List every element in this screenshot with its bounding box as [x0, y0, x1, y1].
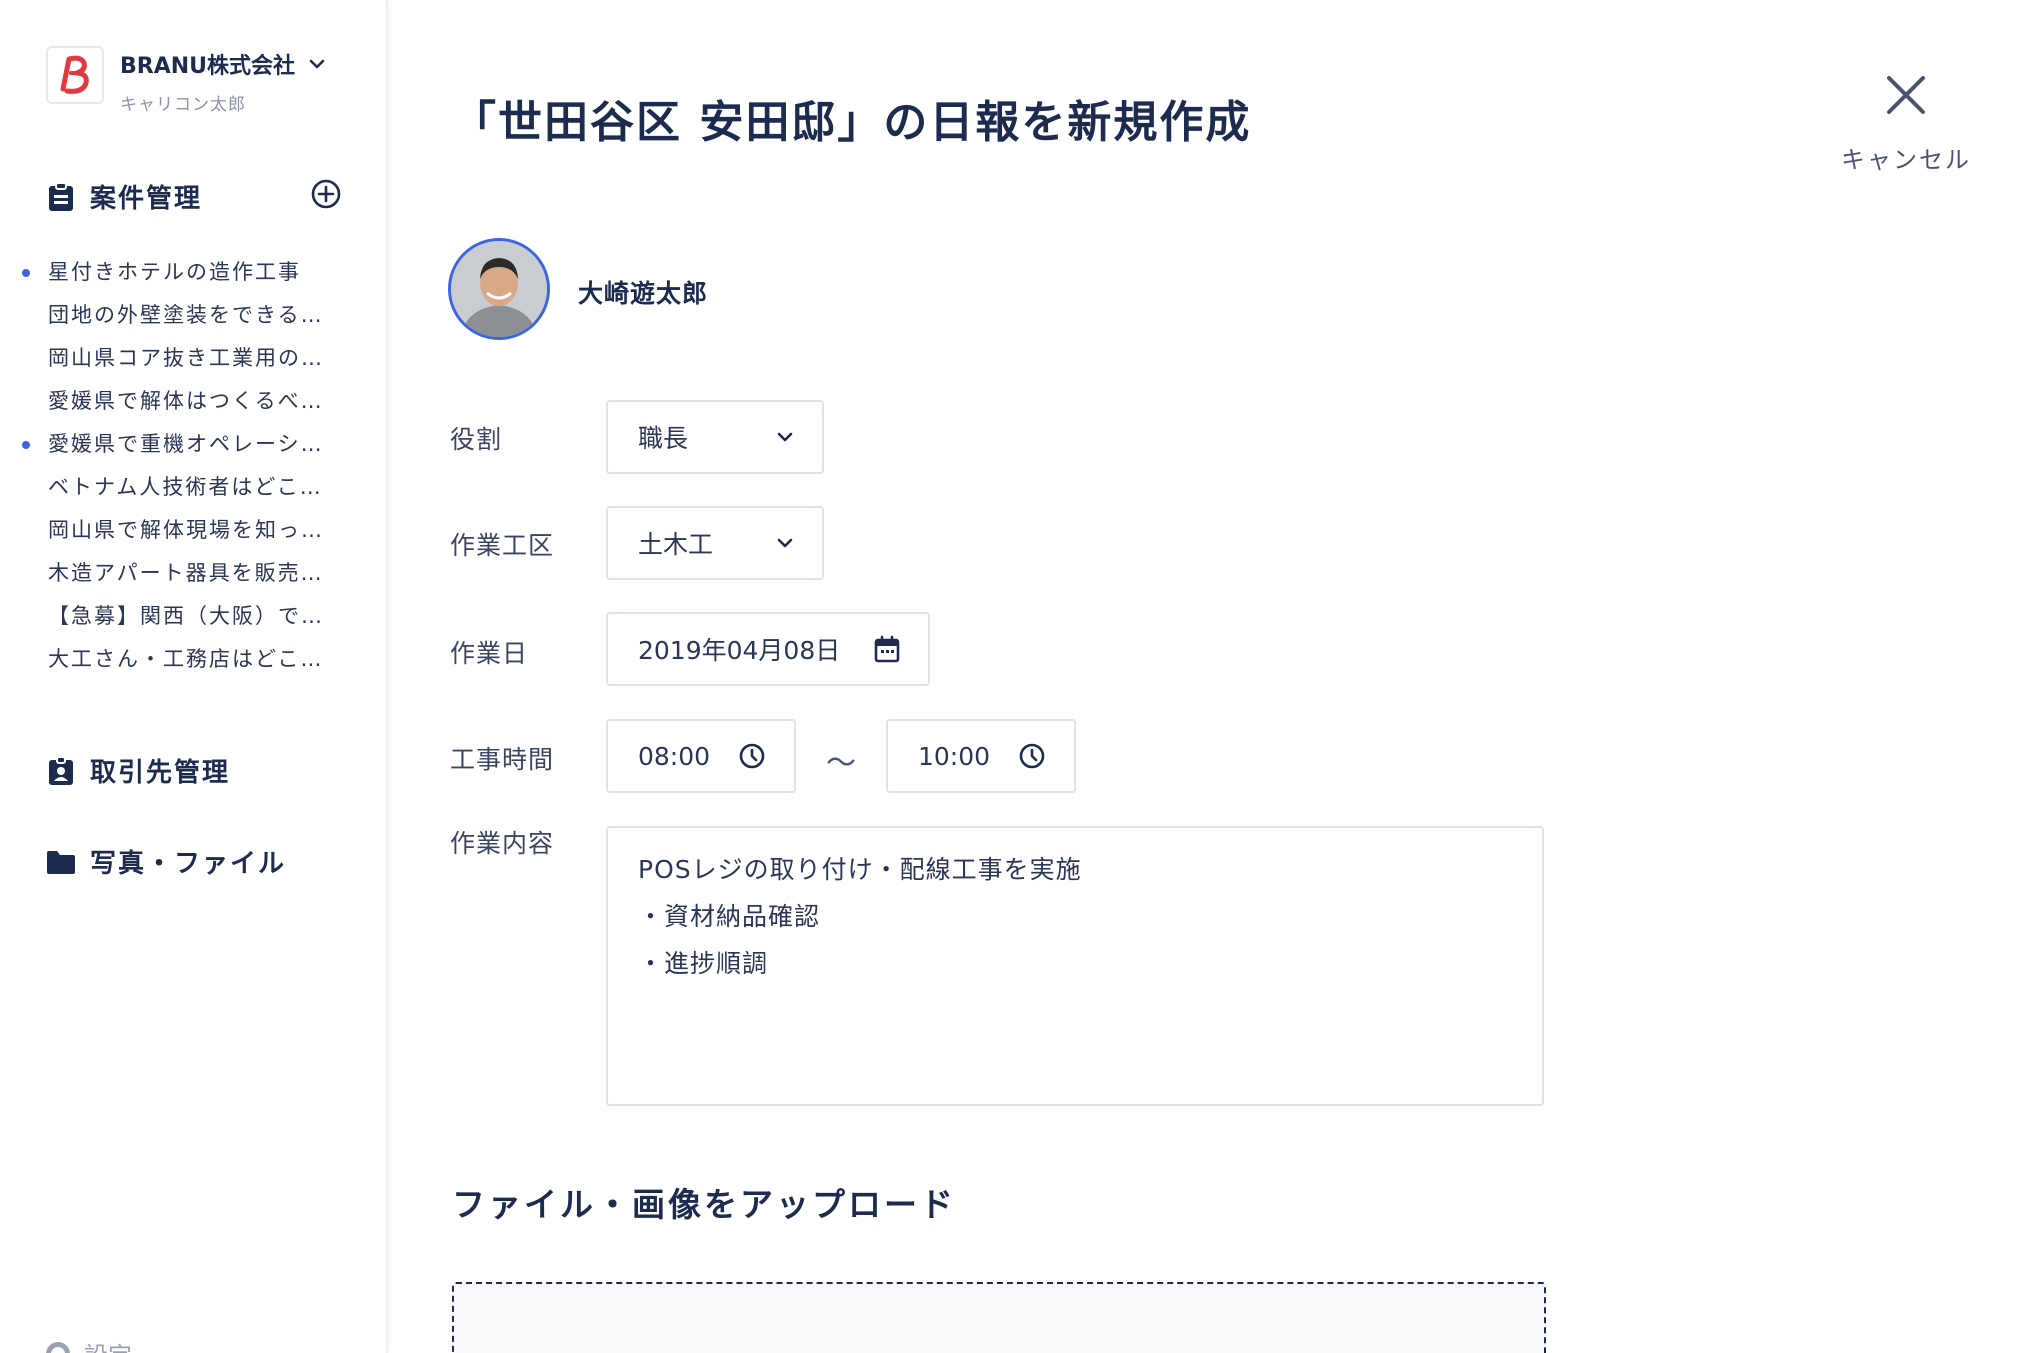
- project-item[interactable]: ベトナム人技術者はどこ…: [20, 467, 324, 510]
- project-item[interactable]: 愛媛県で重機オペレーシ…: [20, 424, 324, 467]
- content-textarea[interactable]: POSレジの取り付け・配線工事を実施 ・資材納品確認 ・進捗順調: [606, 826, 1544, 1106]
- upload-title: ファイル・画像をアップロード: [452, 1185, 956, 1224]
- folder-icon: [46, 847, 76, 877]
- project-item[interactable]: 団地の外壁塗装をできる…: [20, 295, 324, 338]
- time-label: 工事時間: [450, 745, 555, 774]
- clipboard-icon: [46, 181, 76, 212]
- company-switcher[interactable]: BRANU株式会社 キャリコン太郎: [46, 46, 325, 115]
- end-time-input[interactable]: 10:00: [886, 719, 1076, 793]
- upload-dropzone[interactable]: [452, 1282, 1546, 1353]
- role-select[interactable]: 職長: [606, 400, 824, 474]
- unread-dot: [22, 441, 30, 449]
- page-title: 「世田谷区 安田邸」の日報を新規作成: [452, 97, 1252, 148]
- clock-icon: [739, 743, 765, 769]
- date-picker[interactable]: 2019年04月08日: [606, 612, 930, 686]
- start-time-value: 08:00: [638, 741, 711, 771]
- date-value: 2019年04月08日: [638, 636, 841, 665]
- area-label: 作業工区: [450, 531, 555, 560]
- cancel-label: キャンセル: [1841, 146, 1971, 174]
- nav-projects-label: 案件管理: [90, 184, 203, 214]
- clock-icon: [1019, 743, 1045, 769]
- content-line: ・進捗順調: [638, 949, 769, 978]
- project-item[interactable]: 大工さん・工務店はどこ…: [20, 639, 324, 682]
- chevron-down-icon: [309, 59, 325, 69]
- nav-clients-label: 取引先管理: [90, 758, 231, 788]
- author-name: 大崎遊太郎: [578, 279, 709, 308]
- role-label: 役割: [450, 425, 503, 454]
- branu-logo-icon: [60, 55, 89, 94]
- nav-settings-label: 設定: [84, 1336, 132, 1353]
- content-label: 作業内容: [450, 829, 555, 858]
- project-item[interactable]: 木造アパート器具を販売…: [20, 553, 324, 596]
- gear-icon: [46, 1341, 70, 1353]
- plus-circle-icon[interactable]: [310, 178, 342, 210]
- chevron-down-icon: [777, 432, 793, 442]
- project-item[interactable]: 岡山県コア抜き工業用の…: [20, 338, 324, 381]
- nav-settings[interactable]: 設定: [46, 1336, 132, 1353]
- project-item[interactable]: 岡山県で解体現場を知っ…: [20, 510, 324, 553]
- user-photo-icon: [451, 241, 547, 337]
- nav-files[interactable]: 写真・ファイル: [46, 843, 286, 880]
- role-value: 職長: [638, 424, 689, 453]
- calendar-icon: [874, 635, 900, 663]
- company-name: BRANU株式会社: [120, 54, 296, 79]
- cancel-button[interactable]: キャンセル: [1836, 72, 1976, 175]
- time-separator: 〜: [826, 746, 856, 781]
- project-item[interactable]: 【急募】関西（大阪）で…: [20, 596, 324, 639]
- end-time-value: 10:00: [918, 741, 991, 771]
- area-value: 土木工: [638, 530, 714, 559]
- current-user-name: キャリコン太郎: [120, 95, 246, 115]
- content-line: POSレジの取り付け・配線工事を実施: [638, 855, 1082, 884]
- start-time-input[interactable]: 08:00: [606, 719, 796, 793]
- chevron-down-icon: [777, 538, 793, 548]
- company-logo: [46, 46, 104, 104]
- close-icon: [1887, 76, 1925, 114]
- nav-projects[interactable]: 案件管理: [46, 178, 202, 215]
- date-label: 作業日: [450, 639, 529, 668]
- area-select[interactable]: 土木工: [606, 506, 824, 580]
- app-root: BRANU株式会社 キャリコン太郎 案件管理 星付きホテルの造作工事 団地の外壁…: [0, 0, 2028, 1353]
- project-item[interactable]: 星付きホテルの造作工事: [20, 252, 324, 295]
- nav-clients[interactable]: 取引先管理: [46, 752, 230, 789]
- project-item[interactable]: 愛媛県で解体はつくるべ…: [20, 381, 324, 424]
- nav-files-label: 写真・ファイル: [90, 849, 287, 879]
- content-line: ・資材納品確認: [638, 902, 821, 931]
- avatar: [448, 238, 550, 340]
- id-badge-icon: [46, 755, 76, 786]
- unread-dot: [22, 269, 30, 277]
- sidebar: BRANU株式会社 キャリコン太郎 案件管理 星付きホテルの造作工事 団地の外壁…: [0, 0, 388, 1353]
- project-list: 星付きホテルの造作工事 団地の外壁塗装をできる… 岡山県コア抜き工業用の… 愛媛…: [20, 252, 324, 682]
